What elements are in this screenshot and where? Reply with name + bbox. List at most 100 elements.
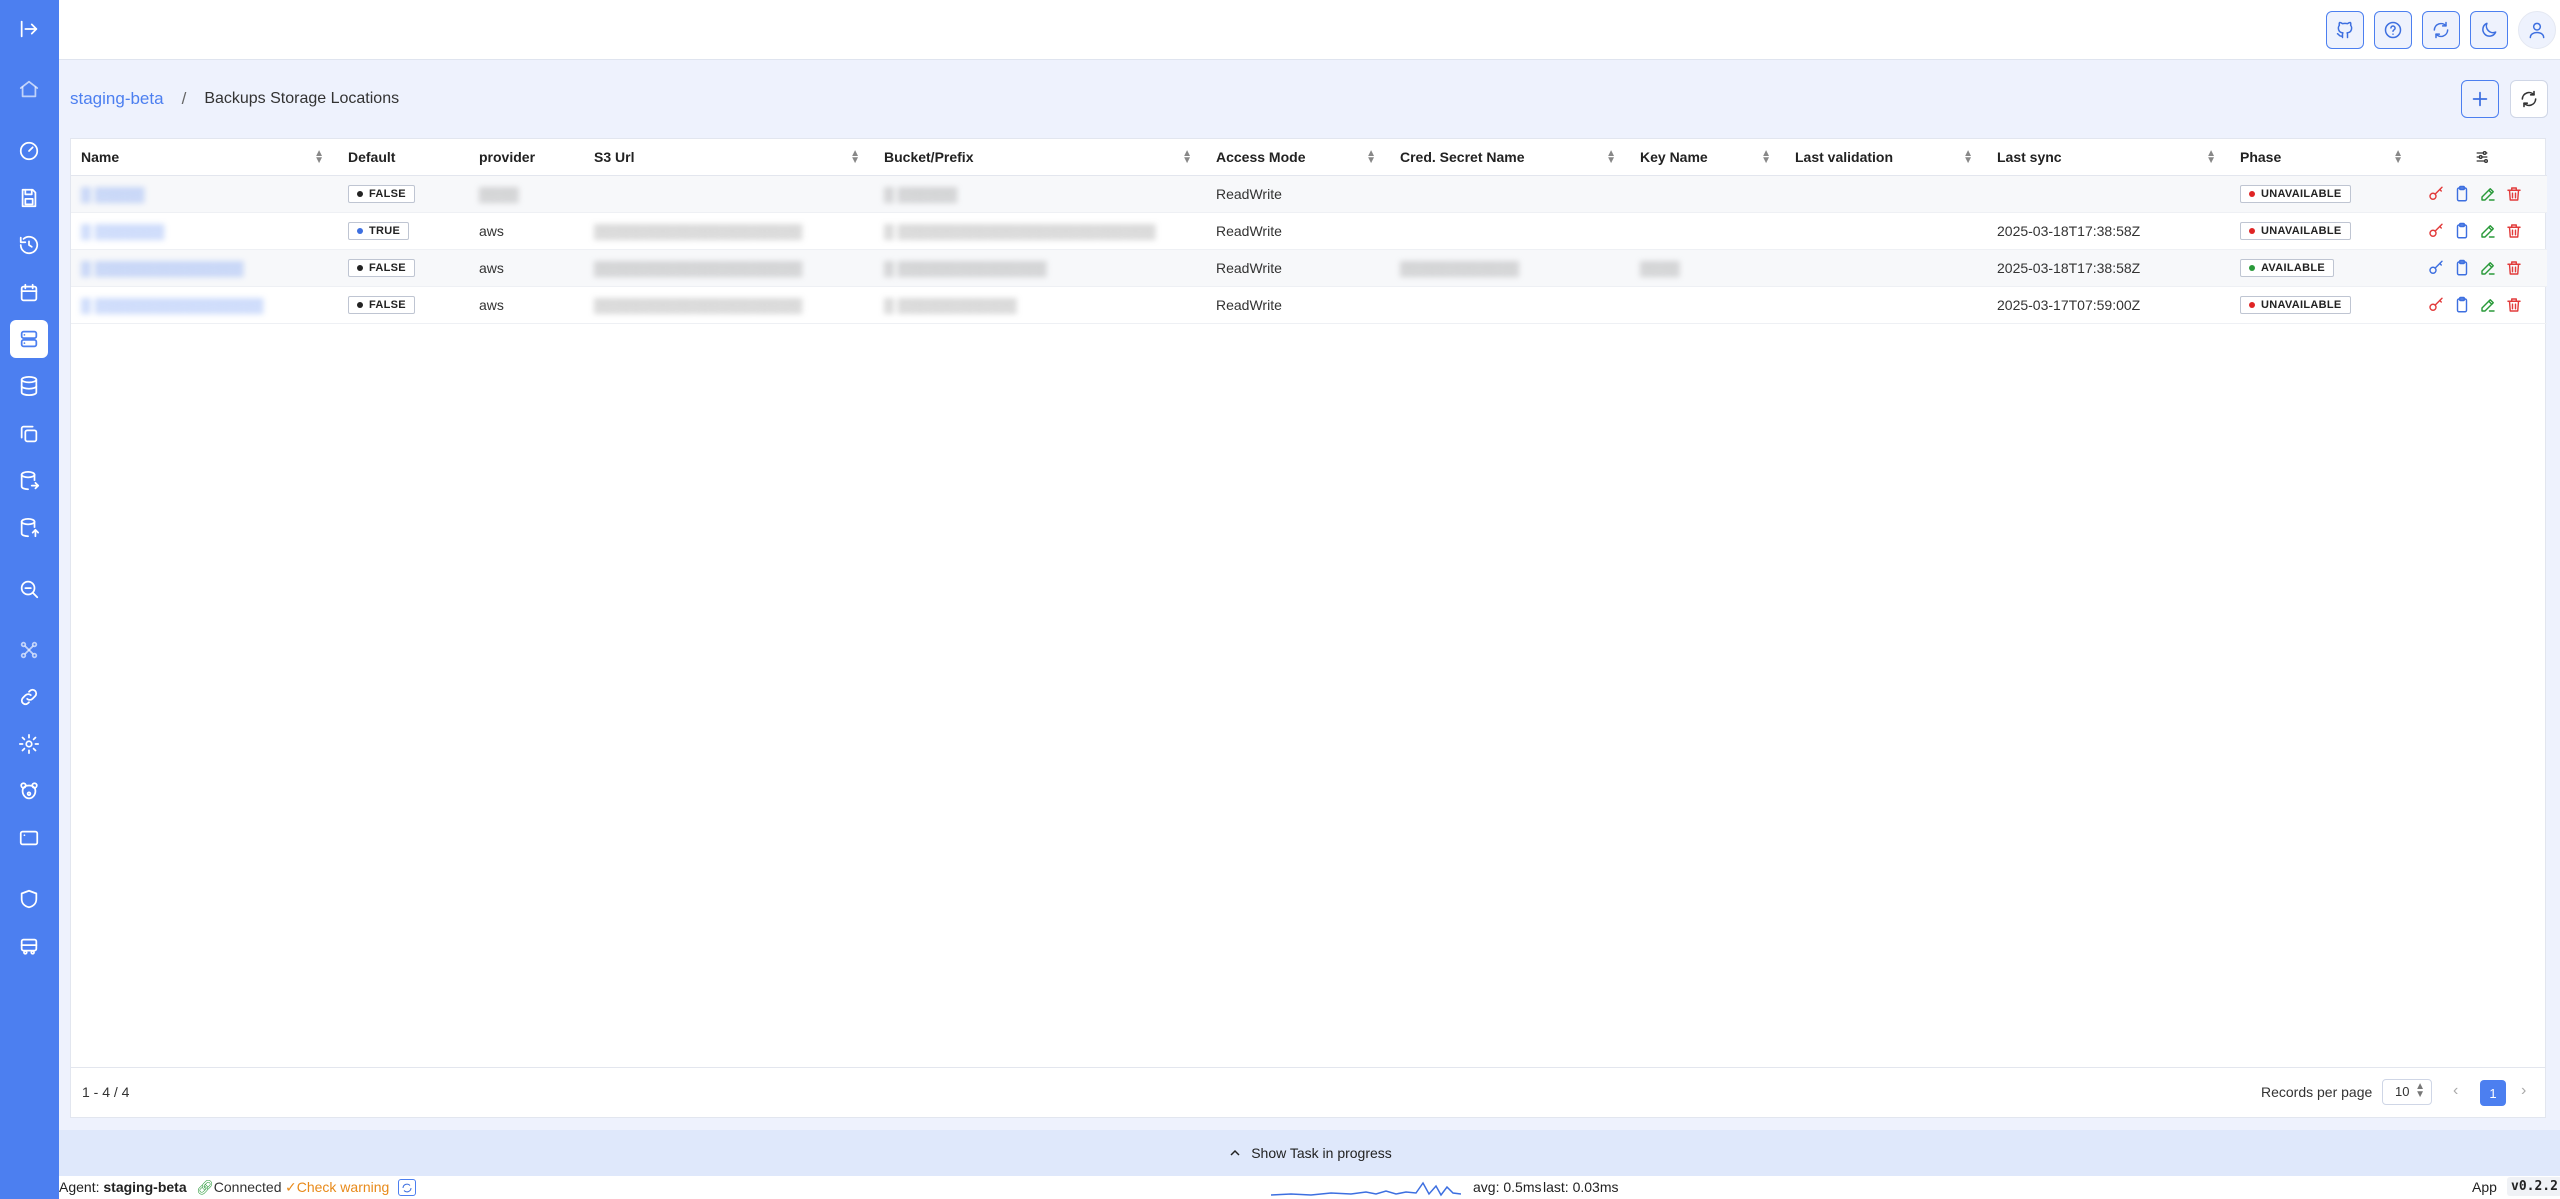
column-settings-icon[interactable]	[2474, 149, 2490, 165]
sort-icon[interactable]: ▲ ▼	[1366, 149, 1376, 166]
credential-key-icon[interactable]	[2427, 222, 2445, 240]
sort-icon[interactable]: ▲ ▼	[2206, 149, 2216, 166]
name-cell[interactable]: ▒ ▒▒▒▒▒▒▒	[71, 212, 338, 250]
access-mode-cell-text: ReadWrite	[1216, 259, 1282, 276]
name-cell-text[interactable]: ▒ ▒▒▒▒▒▒▒	[81, 223, 164, 239]
delete-trash-icon[interactable]	[2505, 185, 2523, 203]
default-cell: FALSE	[338, 286, 469, 324]
show-task-label: Show Task in progress	[1251, 1145, 1392, 1161]
last-sync-cell-text: 2025-03-18T17:38:58Z	[1997, 222, 2141, 239]
name-cell[interactable]: ▒ ▒▒▒▒▒▒▒▒▒▒▒▒▒▒▒	[71, 249, 338, 287]
network-nodes-icon[interactable]	[10, 631, 48, 669]
database-export-icon[interactable]	[10, 462, 48, 500]
column-header-key-name[interactable]: Key Name ▲ ▼	[1630, 139, 1785, 176]
column-header-s3-url[interactable]: S3 Url ▲ ▼	[584, 139, 874, 176]
copy-clipboard-icon[interactable]	[2453, 185, 2471, 203]
name-cell[interactable]: ▒ ▒▒▒▒▒	[71, 175, 338, 213]
schedule-calendar-icon[interactable]	[10, 274, 48, 312]
column-header-access-mode[interactable]: Access Mode ▲ ▼	[1206, 139, 1390, 176]
previous-page-button[interactable]: ‹	[2453, 1082, 2458, 1100]
database-icon[interactable]	[10, 367, 48, 405]
settings-gear-icon[interactable]	[10, 725, 48, 763]
edit-icon[interactable]	[2479, 296, 2497, 314]
default-badge: FALSE	[348, 259, 415, 277]
access-mode-cell-text: ReadWrite	[1216, 222, 1282, 239]
column-header-bucket-prefix[interactable]: Bucket/Prefix ▲ ▼	[874, 139, 1206, 176]
sync-button[interactable]	[2422, 11, 2460, 49]
storage-locations-table: Name ▲ ▼ Default provider S3 Url ▲ ▼ Bucket/…	[71, 139, 2547, 324]
sort-icon[interactable]: ▲ ▼	[1963, 149, 1973, 166]
column-header-last-sync[interactable]: Last sync ▲ ▼	[1987, 139, 2230, 176]
delete-trash-icon[interactable]	[2505, 259, 2523, 277]
check-warning-link[interactable]: ✓Check warning	[285, 1179, 389, 1196]
delete-trash-icon[interactable]	[2505, 222, 2523, 240]
delete-trash-icon[interactable]	[2505, 296, 2523, 314]
storage-locations-icon[interactable]	[10, 320, 48, 358]
copies-icon[interactable]	[10, 415, 48, 453]
credential-key-icon[interactable]	[2427, 259, 2445, 277]
column-settings-header[interactable]	[2417, 139, 2547, 176]
default-cell: FALSE	[338, 249, 469, 287]
copy-clipboard-icon[interactable]	[2453, 296, 2471, 314]
breadcrumb-cluster-link[interactable]: staging-beta	[70, 89, 164, 109]
dark-mode-button[interactable]	[2470, 11, 2508, 49]
column-header-phase[interactable]: Phase ▲ ▼	[2230, 139, 2417, 176]
avg-latency: avg: 0.5ms	[1473, 1179, 1542, 1195]
table-footer: 1 - 4 / 4 Records per page 10 ▲ ▼ ‹ 1 ›	[71, 1067, 2545, 1117]
credential-key-icon[interactable]	[2427, 185, 2445, 203]
dashboard-gauge-icon[interactable]	[10, 132, 48, 170]
column-header-cred-secret-name[interactable]: Cred. Secret Name ▲ ▼	[1390, 139, 1630, 176]
default-cell: FALSE	[338, 175, 469, 213]
table-header-row: Name ▲ ▼ Default provider S3 Url ▲ ▼ Bucket/…	[71, 139, 2547, 176]
vehicle-icon[interactable]	[10, 927, 48, 965]
link-icon[interactable]	[10, 678, 48, 716]
phase-cell: AVAILABLE	[2230, 249, 2417, 287]
column-header-last-validation[interactable]: Last validation ▲ ▼	[1785, 139, 1987, 176]
user-button[interactable]	[2518, 11, 2556, 49]
backup-save-icon[interactable]	[10, 179, 48, 217]
name-cell-text[interactable]: ▒ ▒▒▒▒▒	[81, 186, 144, 202]
shield-icon[interactable]	[10, 880, 48, 918]
github-button[interactable]	[2326, 11, 2364, 49]
records-per-page-select[interactable]: 10 ▲ ▼	[2382, 1079, 2432, 1105]
edit-icon[interactable]	[2479, 185, 2497, 203]
provider-cell-text: aws	[479, 259, 504, 276]
restore-history-icon[interactable]	[10, 226, 48, 264]
sort-icon[interactable]: ▲ ▼	[2393, 149, 2403, 166]
name-cell[interactable]: ▒ ▒▒▒▒▒▒▒▒▒▒▒▒▒▒▒▒▒	[71, 286, 338, 324]
s3-url-cell-text: ▒▒▒▒▒▒▒▒▒▒▒▒▒▒▒▒▒▒▒▒▒	[594, 222, 803, 239]
sort-icon[interactable]: ▲ ▼	[1182, 149, 1192, 166]
name-cell-text[interactable]: ▒ ▒▒▒▒▒▒▒▒▒▒▒▒▒▒▒	[81, 260, 244, 276]
collapse-sidebar-icon[interactable]	[10, 10, 48, 48]
actions-cell	[2417, 249, 2547, 287]
help-button[interactable]	[2374, 11, 2412, 49]
access-mode-cell: ReadWrite	[1206, 286, 1390, 324]
add-storage-location-button[interactable]	[2461, 80, 2499, 118]
credential-key-icon[interactable]	[2427, 296, 2445, 314]
database-import-icon[interactable]	[10, 509, 48, 547]
name-cell-text[interactable]: ▒ ▒▒▒▒▒▒▒▒▒▒▒▒▒▒▒▒▒	[81, 297, 263, 313]
sort-icon[interactable]: ▲ ▼	[1606, 149, 1616, 166]
window-icon[interactable]	[10, 819, 48, 857]
sort-icon[interactable]: ▲ ▼	[314, 149, 324, 166]
agent-status: Agent: staging-beta	[59, 1179, 187, 1195]
refresh-button[interactable]	[2510, 80, 2548, 118]
bear-icon[interactable]	[10, 772, 48, 810]
copy-clipboard-icon[interactable]	[2453, 222, 2471, 240]
phase-badge: UNAVAILABLE	[2240, 185, 2351, 203]
column-header-name[interactable]: Name ▲ ▼	[71, 139, 338, 176]
cred-secret-cell	[1390, 175, 1630, 213]
edit-icon[interactable]	[2479, 222, 2497, 240]
task-progress-bar[interactable]: Show Task in progress	[59, 1130, 2560, 1176]
edit-icon[interactable]	[2479, 259, 2497, 277]
next-page-button[interactable]: ›	[2521, 1082, 2526, 1100]
column-header-default: Default	[338, 139, 469, 176]
copy-clipboard-icon[interactable]	[2453, 259, 2471, 277]
status-refresh-button[interactable]	[398, 1179, 416, 1196]
home-icon[interactable]	[10, 70, 48, 108]
page-number-button[interactable]: 1	[2480, 1080, 2506, 1106]
version-badge: v0.2.2	[2507, 1177, 2560, 1196]
sort-icon[interactable]: ▲ ▼	[1761, 149, 1771, 166]
sort-icon[interactable]: ▲ ▼	[850, 149, 860, 166]
inspect-search-icon[interactable]	[10, 570, 48, 608]
